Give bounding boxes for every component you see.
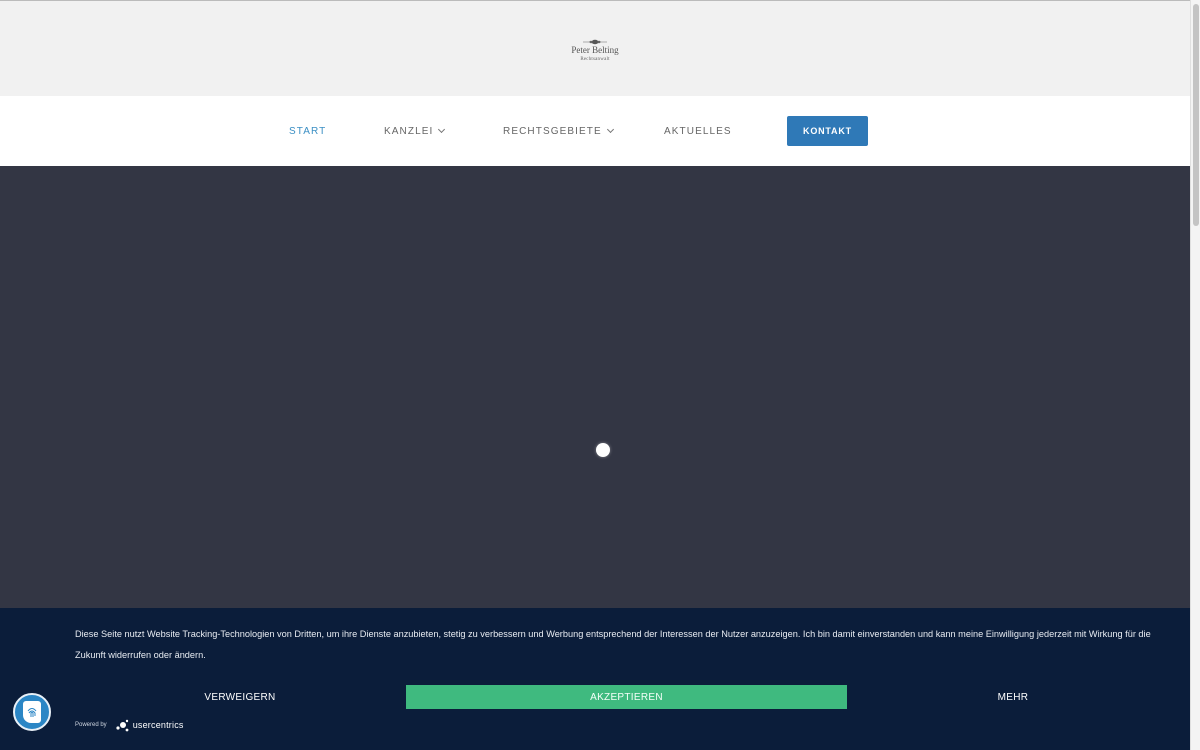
loading-dot-icon [596, 443, 610, 457]
nav-item-start[interactable]: START [289, 126, 326, 137]
page-scrollbar[interactable] [1190, 0, 1200, 750]
chevron-down-icon [438, 125, 446, 134]
nav-item-label: AKTUELLES [664, 126, 732, 137]
chevron-down-icon [606, 125, 614, 134]
powered-by-label: Powered by [75, 722, 107, 728]
fingerprint-icon [23, 701, 41, 723]
scrollbar-thumb[interactable] [1193, 4, 1199, 226]
privacy-settings-button[interactable] [13, 693, 51, 731]
nav-item-kanzlei[interactable]: KANZLEI [384, 125, 446, 137]
logo-name: Peter Belting [571, 45, 619, 55]
accept-button[interactable]: AKZEPTIEREN [406, 685, 847, 709]
site-logo[interactable]: Peter Belting Rechtsanwalt [560, 39, 630, 63]
more-button[interactable]: MEHR [848, 685, 1178, 709]
usercentrics-logo[interactable]: usercentrics [115, 718, 184, 732]
refuse-button[interactable]: VERWEIGERN [75, 685, 405, 709]
main-navigation: START KANZLEI RECHTSGEBIETE AKTUELLES KO… [0, 96, 1190, 166]
nav-item-label: RECHTSGEBIETE [503, 126, 602, 137]
header-bar: Peter Belting Rechtsanwalt [0, 0, 1190, 96]
nav-item-label: START [289, 126, 327, 137]
cookie-consent-banner: Diese Seite nutzt Website Tracking-Techn… [0, 608, 1190, 750]
nav-item-rechtsgebiete[interactable]: RECHTSGEBIETE [503, 125, 614, 137]
powered-by: Powered by usercentrics [75, 718, 184, 732]
nav-item-label: KANZLEI [384, 126, 434, 137]
usercentrics-dots-icon [116, 719, 129, 732]
hero-section [0, 166, 1190, 608]
kontakt-button[interactable]: KONTAKT [787, 116, 868, 146]
logo-subtitle: Rechtsanwalt [580, 57, 610, 62]
consent-text: Diese Seite nutzt Website Tracking-Techn… [75, 629, 1151, 660]
usercentrics-label: usercentrics [132, 720, 184, 730]
nav-item-aktuelles[interactable]: AKTUELLES [664, 126, 732, 137]
